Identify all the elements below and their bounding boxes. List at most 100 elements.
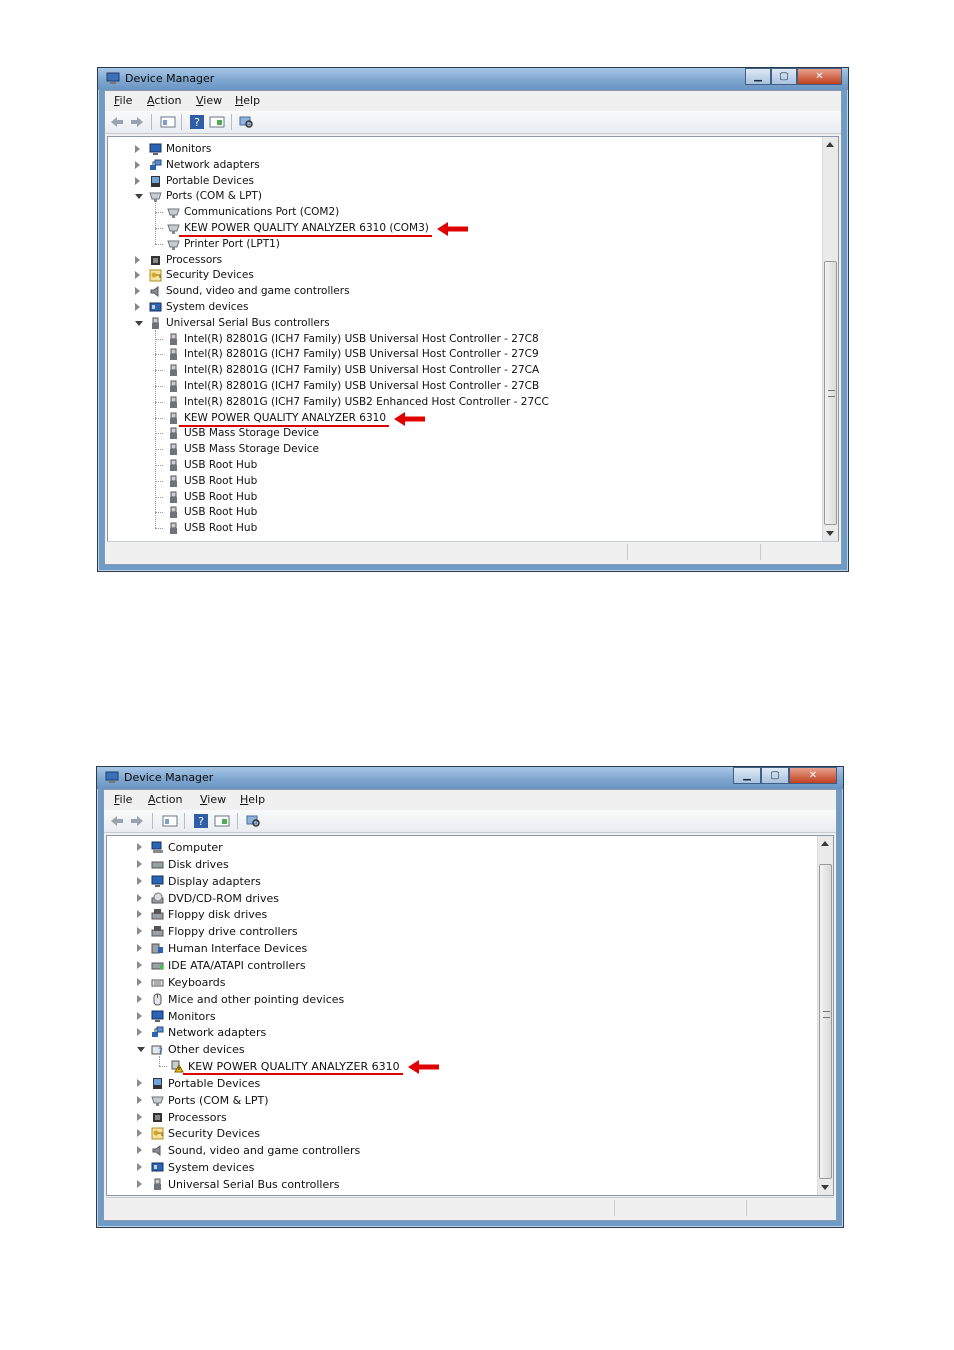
expand-arrow-icon[interactable]	[137, 843, 142, 851]
tree-connector	[155, 228, 163, 229]
collapse-arrow-icon[interactable]	[135, 194, 143, 200]
update-driver-icon[interactable]	[209, 114, 225, 130]
expand-arrow-icon[interactable]	[137, 876, 142, 885]
close-button[interactable]: ✕	[789, 767, 837, 784]
maximize-button[interactable]: ▢	[771, 68, 797, 85]
menu-action[interactable]: Action	[148, 793, 182, 806]
tree-node-label: USB Root Hub	[184, 506, 258, 519]
expand-arrow-icon[interactable]	[137, 859, 142, 868]
speaker-icon	[151, 1144, 164, 1157]
properties-icon[interactable]	[160, 114, 176, 130]
expand-arrow-icon[interactable]	[137, 960, 142, 969]
menu-help[interactable]: Help	[240, 793, 265, 806]
expand-arrow-icon[interactable]	[135, 303, 140, 311]
expand-arrow-icon[interactable]	[137, 1129, 142, 1138]
expand-arrow-icon[interactable]	[135, 287, 140, 296]
collapse-arrow-icon[interactable]	[135, 320, 143, 326]
scroll-thumb[interactable]	[824, 261, 837, 525]
title-bar[interactable]: Device Manager ▁ ▢ ✕	[97, 767, 843, 789]
tree-node-label: Intel(R) 82801G (ICH7 Family) USB Univer…	[184, 332, 539, 345]
usb-icon	[167, 443, 180, 456]
expand-arrow-icon[interactable]	[137, 944, 142, 953]
properties-icon[interactable]	[162, 813, 178, 829]
tree-node-label: KEW POWER QUALITY ANALYZER 6310 (COM3)	[184, 222, 429, 234]
menu-view[interactable]: View	[200, 793, 226, 806]
tree-connector	[155, 354, 163, 356]
menu-action[interactable]: Action	[147, 94, 181, 107]
scroll-down-icon[interactable]	[826, 531, 834, 536]
expand-arrow-icon[interactable]	[135, 271, 140, 280]
vertical-scrollbar[interactable]	[822, 137, 838, 541]
expand-arrow-icon[interactable]	[135, 255, 140, 264]
expand-arrow-icon[interactable]	[137, 1095, 142, 1104]
expand-arrow-icon[interactable]	[137, 994, 142, 1003]
expand-arrow-icon[interactable]	[137, 977, 142, 986]
usb-icon	[167, 396, 180, 409]
toolbar: ?	[105, 111, 841, 134]
expand-arrow-icon[interactable]	[137, 1146, 142, 1155]
tree-node-label: USB Root Hub	[184, 459, 258, 471]
tree-node-label: System devices	[168, 1161, 255, 1175]
back-arrow-icon[interactable]	[109, 813, 125, 829]
system-icon	[151, 1161, 164, 1174]
tree-node-label: KEW POWER QUALITY ANALYZER 6310	[184, 411, 387, 424]
update-driver-icon[interactable]	[214, 813, 230, 829]
tree-node-label: DVD/CD-ROM drives	[168, 891, 279, 905]
scroll-up-icon[interactable]	[826, 142, 834, 147]
forward-arrow-icon[interactable]	[129, 813, 145, 829]
tree-connector	[155, 465, 163, 466]
expand-arrow-icon[interactable]	[137, 893, 142, 902]
menu-file[interactable]: File	[114, 793, 132, 806]
scroll-thumb[interactable]	[819, 864, 832, 1179]
menu-view[interactable]: View	[196, 94, 222, 107]
tree-node-label: Network adapters	[168, 1026, 267, 1040]
scroll-up-icon[interactable]	[821, 841, 829, 846]
menu-help[interactable]: Help	[235, 94, 260, 107]
port-icon	[167, 206, 180, 219]
expand-arrow-icon[interactable]	[137, 1011, 142, 1020]
expand-arrow-icon[interactable]	[137, 1078, 142, 1087]
expand-arrow-icon[interactable]	[137, 1180, 142, 1188]
tree-node-label: Ports (COM & LPT)	[168, 1093, 269, 1107]
help-icon[interactable]: ?	[193, 813, 209, 829]
minimize-button[interactable]: ▁	[745, 68, 771, 85]
expand-arrow-icon[interactable]	[137, 1163, 142, 1172]
usb-icon	[167, 491, 180, 504]
expand-arrow-icon[interactable]	[137, 1028, 142, 1037]
usb-icon	[167, 348, 180, 361]
expand-arrow-icon[interactable]	[137, 927, 142, 936]
expand-arrow-icon[interactable]	[137, 910, 142, 919]
back-arrow-icon[interactable]	[109, 114, 125, 130]
tree-node-label: Disk drives	[168, 857, 229, 871]
ide-icon	[151, 959, 164, 972]
tree-node-label: Printer Port (LPT1)	[184, 237, 280, 250]
expand-arrow-icon[interactable]	[135, 176, 140, 185]
tree-connector	[155, 496, 163, 498]
tree-node-label: Security Devices	[166, 269, 254, 282]
scan-hardware-icon[interactable]	[238, 114, 254, 130]
tree-node-label: Mice and other pointing devices	[168, 992, 345, 1006]
monitor-icon	[149, 143, 162, 156]
svg-text:?: ?	[194, 116, 200, 129]
expand-arrow-icon[interactable]	[135, 145, 140, 153]
forward-arrow-icon[interactable]	[129, 114, 145, 130]
tree-node-label: Intel(R) 82801G (ICH7 Family) USB Univer…	[184, 380, 540, 392]
window-title: Device Manager	[124, 771, 214, 784]
port-icon	[149, 190, 162, 203]
collapse-arrow-icon[interactable]	[137, 1047, 145, 1053]
portable-device-icon	[149, 175, 162, 188]
expand-arrow-icon[interactable]	[137, 1112, 142, 1121]
tree-node-label: Monitors	[166, 143, 212, 155]
scan-hardware-icon[interactable]	[245, 813, 261, 829]
maximize-button[interactable]: ▢	[761, 767, 789, 784]
minimize-button[interactable]: ▁	[733, 767, 761, 784]
title-bar[interactable]: Device Manager ▁ ▢ ✕	[98, 68, 848, 90]
menu-file[interactable]: File	[114, 94, 132, 107]
usb-icon	[167, 364, 180, 377]
expand-arrow-icon[interactable]	[135, 160, 140, 169]
close-button[interactable]: ✕	[797, 68, 842, 85]
vertical-scrollbar[interactable]	[817, 836, 833, 1195]
help-icon[interactable]: ?	[189, 114, 205, 130]
scroll-down-icon[interactable]	[821, 1185, 829, 1190]
tree-node-label: Computer	[168, 841, 223, 854]
